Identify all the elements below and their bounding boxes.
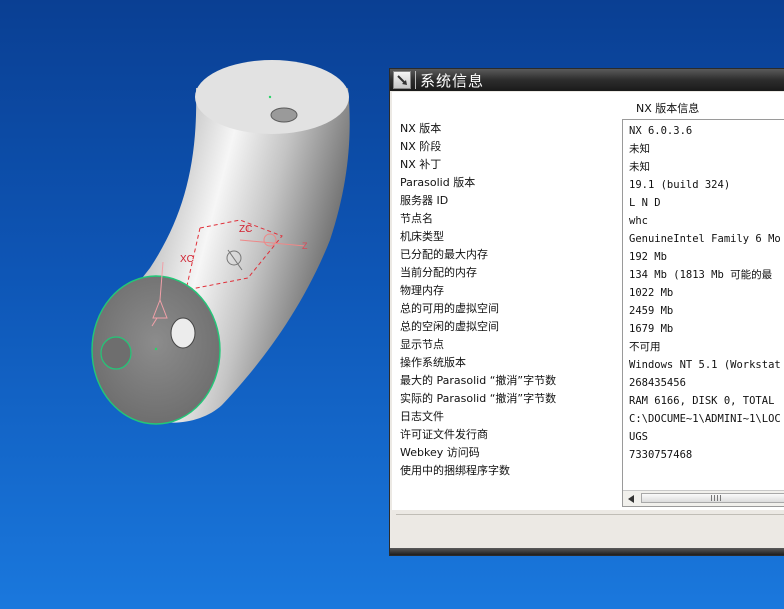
label-row: 节点名 xyxy=(400,212,433,225)
dialog-footer xyxy=(390,510,784,555)
value-row[interactable]: Windows NT 5.1 (Workstat xyxy=(629,356,781,374)
value-row[interactable]: 192 Mb xyxy=(629,248,781,266)
value-row[interactable]: GenuineIntel Family 6 Mo xyxy=(629,230,781,248)
axis-label-z: Z xyxy=(302,241,308,251)
label-row: 已分配的最大内存 xyxy=(400,248,488,261)
title-separator xyxy=(415,71,416,89)
value-row[interactable]: RAM 6166, DISK 0, TOTAL xyxy=(629,392,781,410)
label-row: 最大的 Parasolid “撤消”字节数 xyxy=(400,374,557,387)
label-row: Webkey 访问码 xyxy=(400,446,480,459)
label-row: NX 阶段 xyxy=(400,140,442,153)
value-row[interactable]: 19.1 (build 324) xyxy=(629,176,781,194)
label-row: 实际的 Parasolid “撤消”字节数 xyxy=(400,392,557,405)
scroll-left-button[interactable] xyxy=(625,493,636,504)
axis-label-zc: ZC xyxy=(239,224,252,235)
label-row: 操作系统版本 xyxy=(400,356,466,369)
value-row[interactable]: L N D xyxy=(629,194,781,212)
axis-label-xc: XC xyxy=(180,254,194,265)
info-values: NX 6.0.3.6 未知 未知 19.1 (build 324) L N D … xyxy=(629,122,781,464)
pipe-bottom-hole-right xyxy=(170,317,196,349)
label-row: 服务器 ID xyxy=(400,194,449,207)
value-row[interactable]: 1022 Mb xyxy=(629,284,781,302)
column-header: NX 版本信息 xyxy=(636,102,700,115)
value-row[interactable]: NX 6.0.3.6 xyxy=(629,122,781,140)
label-row: 使用中的捆绑程序字数 xyxy=(400,464,510,477)
label-row: 当前分配的内存 xyxy=(400,266,477,279)
label-row: 显示节点 xyxy=(400,338,444,351)
value-row[interactable]: C:\DOCUME~1\ADMINI~1\LOC xyxy=(629,410,781,428)
label-row: 总的可用的虚拟空间 xyxy=(400,302,499,315)
label-row: 日志文件 xyxy=(400,410,444,423)
label-row: 物理内存 xyxy=(400,284,444,297)
label-row: 机床类型 xyxy=(400,230,444,243)
dialog-titlebar[interactable]: 系统信息 xyxy=(390,69,784,91)
value-row[interactable]: 1679 Mb xyxy=(629,320,781,338)
horizontal-scrollbar[interactable] xyxy=(623,490,784,506)
value-row[interactable]: 未知 xyxy=(629,140,781,158)
pipe-top-face[interactable] xyxy=(195,60,349,134)
value-list[interactable]: NX 6.0.3.6 未知 未知 19.1 (build 324) L N D … xyxy=(622,119,784,507)
dialog-title: 系统信息 xyxy=(420,71,485,90)
label-row: NX 补丁 xyxy=(400,158,442,171)
label-row: Parasolid 版本 xyxy=(400,176,476,189)
label-row: 许可证文件发行商 xyxy=(400,428,488,441)
divider xyxy=(396,514,784,515)
value-row[interactable]: 2459 Mb xyxy=(629,302,781,320)
value-row[interactable]: 不可用 xyxy=(629,338,781,356)
pipe-top-hole xyxy=(270,107,298,123)
dialog-bottom-border xyxy=(390,548,784,555)
value-row[interactable]: 未知 xyxy=(629,158,781,176)
value-row[interactable]: 134 Mb (1813 Mb 可能的最 xyxy=(629,266,781,284)
value-row[interactable]: whc xyxy=(629,212,781,230)
value-row[interactable]: 268435456 xyxy=(629,374,781,392)
pin-icon xyxy=(397,75,407,85)
pipe-bottom-hole-left xyxy=(100,336,132,370)
value-row[interactable]: UGS xyxy=(629,428,781,446)
scrollbar-thumb[interactable] xyxy=(641,493,784,503)
triangle-left-icon xyxy=(627,494,634,503)
info-labels: NX 版本 NX 阶段 NX 补丁 Parasolid 版本 服务器 ID 节点… xyxy=(400,120,556,480)
pin-button[interactable] xyxy=(393,71,411,89)
value-row[interactable]: 7330757468 xyxy=(629,446,781,464)
label-row: 总的空闲的虚拟空间 xyxy=(400,320,499,333)
info-panel: NX 版本信息 NX 版本 NX 阶段 NX 补丁 Parasolid 版本 服… xyxy=(392,92,784,510)
system-info-dialog: 系统信息 NX 版本信息 NX 版本 NX 阶段 NX 补丁 Parasolid… xyxy=(389,68,784,556)
grip-icon xyxy=(711,495,721,501)
label-row: NX 版本 xyxy=(400,122,442,135)
